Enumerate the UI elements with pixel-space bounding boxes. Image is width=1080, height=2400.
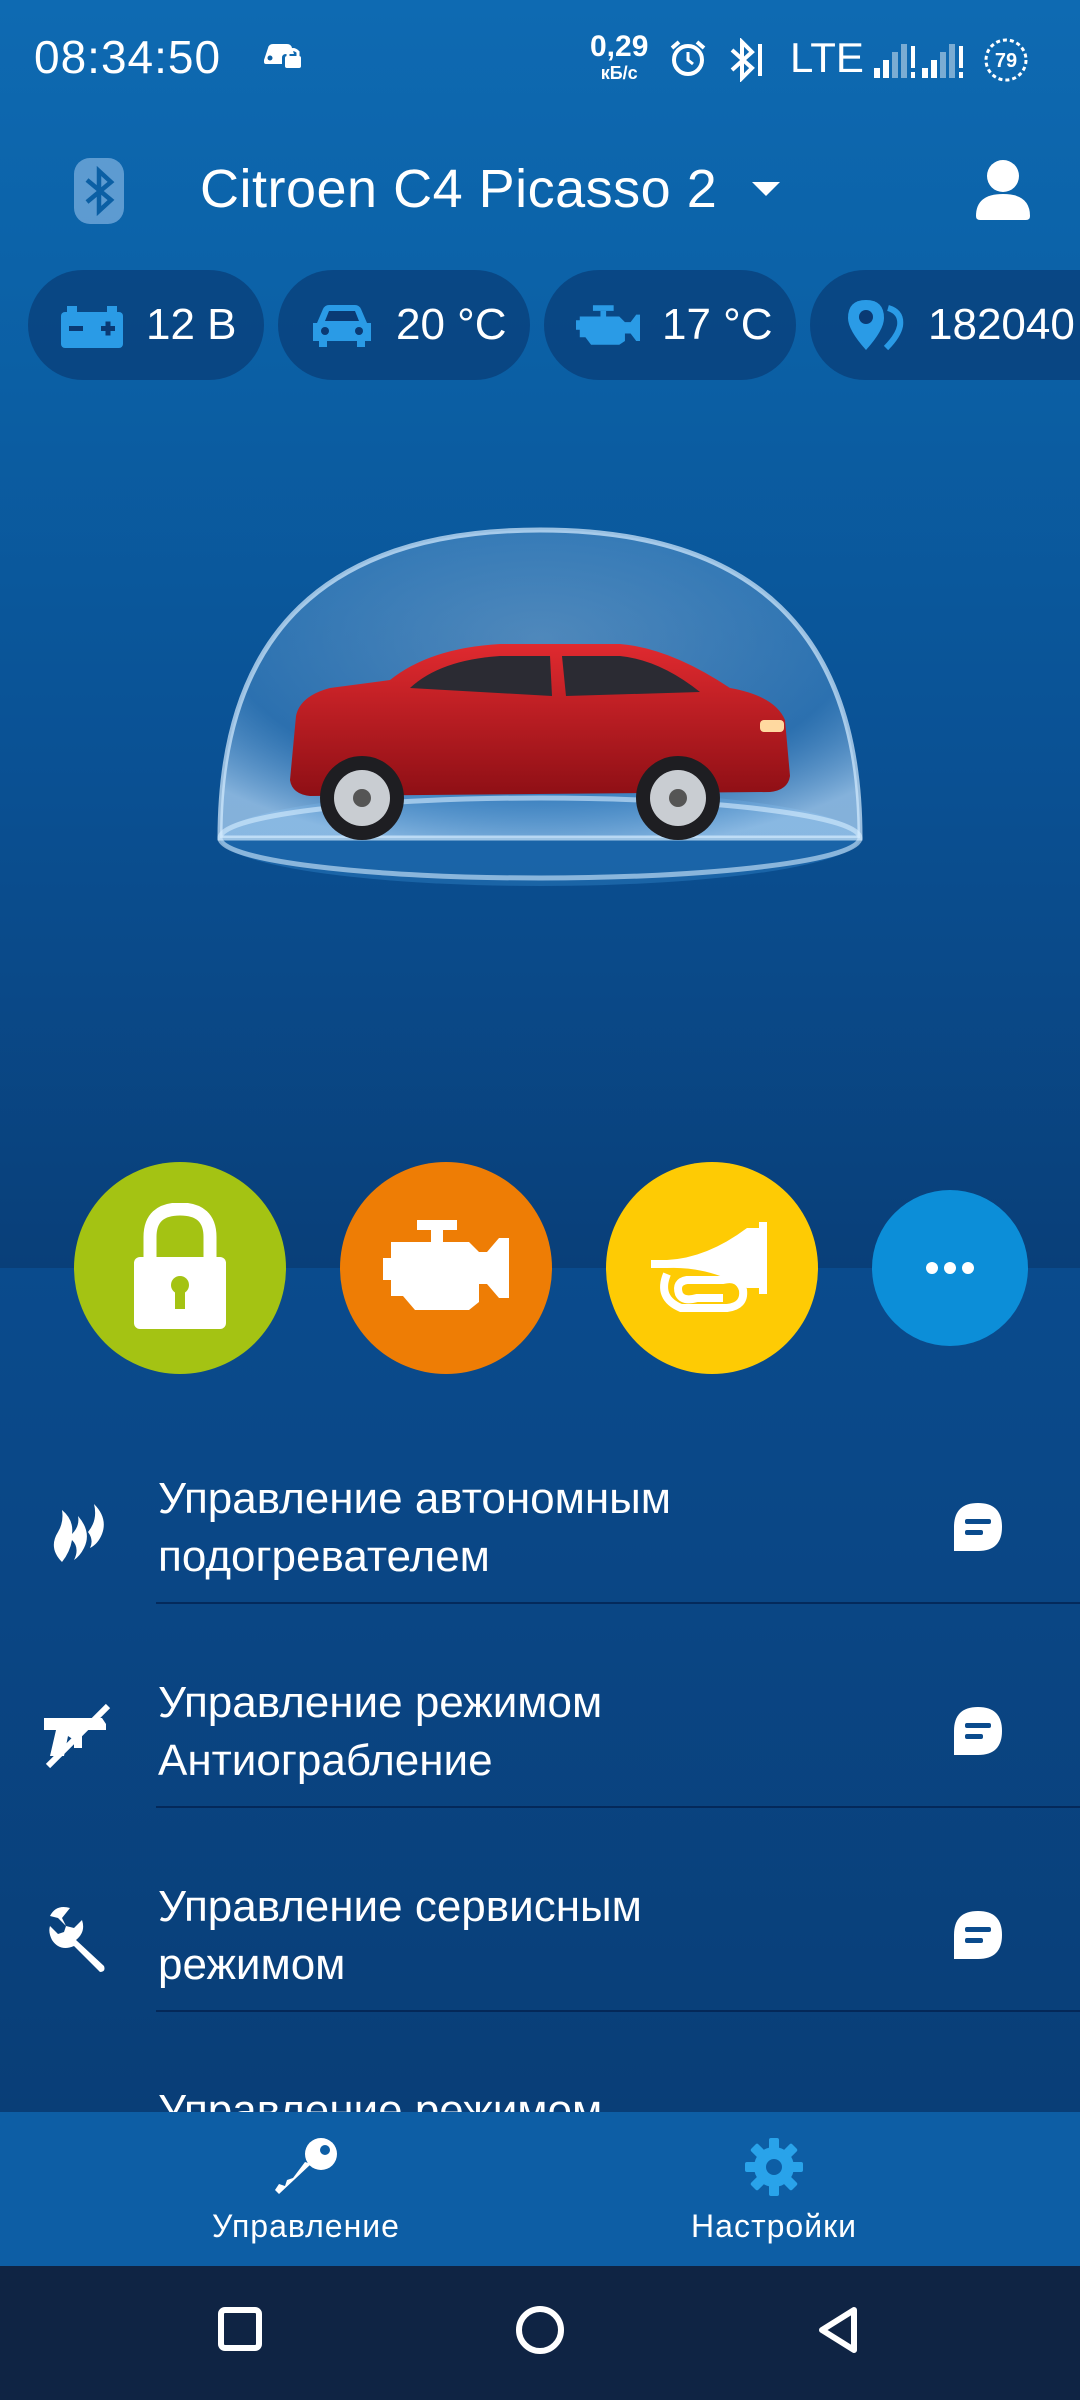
horn-icon bbox=[651, 1222, 767, 1312]
battery-level: 79 bbox=[995, 50, 1017, 72]
bluetooth-status-icon bbox=[724, 37, 764, 87]
square-icon bbox=[218, 2307, 262, 2351]
horn-button[interactable] bbox=[606, 1162, 818, 1374]
location-icon bbox=[842, 293, 906, 357]
sms-command-icon[interactable] bbox=[950, 1500, 1006, 1556]
tab-control[interactable]: Управление bbox=[36, 2112, 576, 2266]
sms-command-icon[interactable] bbox=[950, 1908, 1006, 1964]
recent-apps-button[interactable] bbox=[216, 2302, 264, 2363]
battery-status-icon: 79 bbox=[982, 36, 1030, 89]
tab-settings-label: Настройки bbox=[691, 2208, 857, 2244]
alarm-icon bbox=[668, 38, 708, 83]
lock-icon bbox=[134, 1203, 226, 1329]
sms-command-icon[interactable] bbox=[950, 1704, 1006, 1760]
more-actions-button[interactable] bbox=[872, 1190, 1028, 1346]
back-button[interactable] bbox=[814, 2302, 864, 2363]
anti-robbery-icon bbox=[40, 1696, 116, 1772]
lock-button[interactable] bbox=[74, 1162, 286, 1374]
circle-icon bbox=[516, 2306, 564, 2354]
signal-icon-2 bbox=[920, 36, 966, 85]
engine-icon bbox=[383, 1220, 509, 1310]
vehicle-stats-bar: 12 В 20 °C 17 °C 182040 bbox=[28, 270, 1080, 380]
sensor-mode-control-item[interactable]: Управление режимом bbox=[0, 2040, 1080, 2112]
engine-icon bbox=[576, 293, 640, 357]
control-panel: Управление автономным подогревателем Упр… bbox=[0, 1268, 1080, 2112]
profile-button[interactable] bbox=[970, 154, 1036, 229]
home-button[interactable] bbox=[512, 2302, 568, 2363]
network-speed-value: 0,29 bbox=[590, 30, 649, 63]
user-icon bbox=[976, 160, 1030, 220]
car-lock-status-icon bbox=[260, 38, 304, 75]
battery-icon bbox=[60, 293, 124, 357]
bottom-navigation: Управление Настройки bbox=[0, 2112, 1080, 2266]
divider bbox=[156, 1602, 1080, 1604]
anti-robbery-line1: Управление режимом bbox=[158, 1678, 603, 1727]
more-icon bbox=[926, 1262, 974, 1274]
service-mode-label: Управление сервисным режимом bbox=[158, 1878, 878, 1994]
status-time: 08:34:50 bbox=[34, 31, 222, 83]
engine-temp-chip[interactable]: 17 °C bbox=[544, 270, 796, 380]
status-bar: 08:34:50 0,29 кБ/с LTE 79 bbox=[0, 0, 1080, 116]
sensor-icon bbox=[40, 2104, 116, 2112]
engine-start-button[interactable] bbox=[340, 1162, 552, 1374]
divider bbox=[156, 1806, 1080, 1808]
sensor-mode-label: Управление режимом bbox=[158, 2082, 878, 2112]
network-speed-unit: кБ/с bbox=[600, 63, 638, 83]
tab-settings[interactable]: Настройки bbox=[504, 2112, 1044, 2266]
bluetooth-icon bbox=[74, 158, 124, 224]
divider bbox=[156, 2010, 1080, 2012]
vehicle-name[interactable]: Citroen C4 Picasso 2 bbox=[200, 158, 717, 220]
gear-icon bbox=[743, 2136, 805, 2203]
cabin-temp-value: 20 °C bbox=[396, 300, 507, 349]
engine-temp-value: 17 °C bbox=[662, 300, 773, 349]
heater-control-label: Управление автономным подогревателем bbox=[158, 1470, 878, 1586]
heater-control-line1: Управление автономным bbox=[158, 1474, 672, 1523]
network-speed: 0,29 кБ/с bbox=[590, 30, 649, 83]
mileage-chip[interactable]: 182040 bbox=[810, 270, 1080, 380]
flame-icon bbox=[40, 1492, 116, 1568]
wrench-icon bbox=[40, 1900, 116, 1976]
mileage-value: 182040 bbox=[928, 300, 1075, 349]
signal-icon bbox=[872, 36, 918, 85]
service-mode-line2: режимом bbox=[158, 1940, 346, 1989]
anti-robbery-label: Управление режимом Антиограбление bbox=[158, 1674, 878, 1790]
key-icon bbox=[271, 2136, 341, 2203]
network-type: LTE bbox=[790, 34, 864, 81]
battery-voltage-value: 12 В bbox=[146, 300, 237, 349]
system-navigation-bar bbox=[0, 2266, 1080, 2400]
tab-control-label: Управление bbox=[212, 2208, 400, 2244]
vehicle-protection-illustration bbox=[200, 520, 880, 900]
back-triangle-icon bbox=[819, 2307, 857, 2353]
sensor-mode-line1: Управление режимом bbox=[158, 2086, 603, 2112]
battery-voltage-chip[interactable]: 12 В bbox=[28, 270, 264, 380]
car-icon bbox=[310, 293, 374, 357]
bluetooth-connect-button[interactable] bbox=[72, 156, 126, 231]
vehicle-dropdown-icon[interactable] bbox=[748, 178, 784, 205]
service-mode-line1: Управление сервисным bbox=[158, 1882, 642, 1931]
heater-control-line2: подогревателем bbox=[158, 1532, 490, 1581]
cabin-temp-chip[interactable]: 20 °C bbox=[278, 270, 530, 380]
anti-robbery-line2: Антиограбление bbox=[158, 1736, 493, 1785]
